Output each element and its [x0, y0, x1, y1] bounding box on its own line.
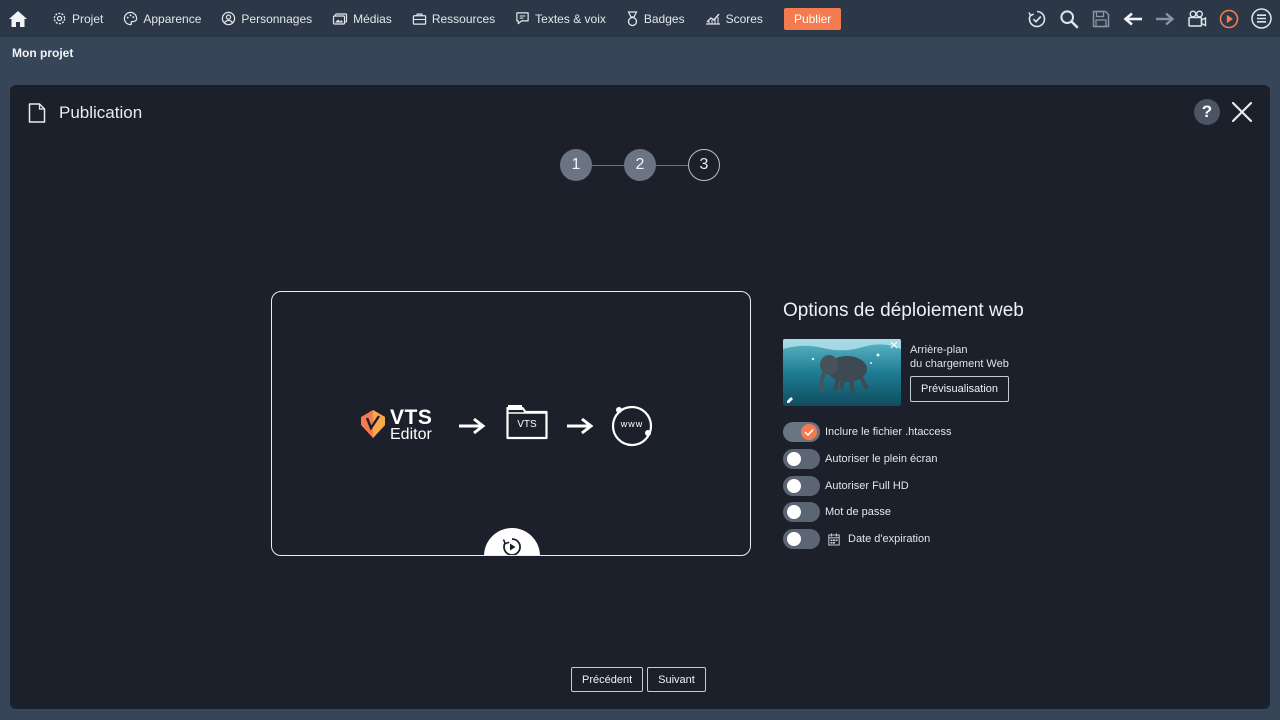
toolbar [1026, 0, 1272, 37]
project-name: Mon projet [12, 46, 74, 60]
logo-sub-text: Editor [390, 426, 432, 443]
option-label: Date d'expiration [848, 533, 931, 545]
background-label-line2: du chargement Web [910, 358, 1009, 370]
background-label: Arrière-plan du chargement Web [910, 343, 1009, 371]
option-label: Mot de passe [825, 506, 892, 518]
redo-arrow-icon[interactable] [1154, 8, 1176, 30]
chart-icon [705, 13, 720, 25]
dialog-title: Publication [59, 103, 143, 122]
progress-stepper: 1 2 3 [560, 149, 720, 181]
menu-item-textes-voix[interactable]: Textes & voix [505, 0, 616, 37]
menu-item-label: Ressources [431, 11, 496, 26]
publish-button[interactable]: Publier [783, 7, 842, 30]
top-menu-bar: Projet Apparence Personnages Médias Ress… [0, 0, 1280, 37]
replay-icon [502, 538, 521, 555]
menu-item-medias[interactable]: Médias [322, 0, 402, 37]
option-label: Inclure le fichier .htaccess [825, 426, 952, 438]
home-icon[interactable] [0, 0, 36, 37]
expiration-toggle[interactable] [783, 529, 820, 549]
vts-logo-icon [361, 410, 385, 438]
password-toggle[interactable] [783, 502, 820, 522]
previous-button[interactable]: Précédent [571, 667, 644, 692]
menu-item-label: Personnages [241, 11, 313, 26]
publication-dialog: Publication ? 1 2 3 VTS Editor VTS www O… [10, 85, 1270, 709]
user-icon [222, 11, 236, 26]
menu-item-ressources[interactable]: Ressources [402, 0, 505, 37]
full-hd-toggle[interactable] [783, 476, 820, 496]
menu-item-scores[interactable]: Scores [695, 0, 773, 37]
menu-item-label: Textes & voix [535, 11, 606, 26]
background-label-line1: Arrière-plan [910, 344, 968, 356]
step-2[interactable]: 2 [624, 149, 656, 181]
option-htaccess: Inclure le fichier .htaccess [783, 422, 952, 442]
media-icon [333, 12, 348, 25]
document-icon [28, 103, 46, 123]
toggle-knob [787, 532, 801, 546]
help-button[interactable]: ? [1194, 99, 1220, 125]
main-menu: Projet Apparence Personnages Médias Ress… [42, 0, 842, 37]
option-fullscreen: Autoriser le plein écran [783, 449, 938, 469]
step-1[interactable]: 1 [560, 149, 592, 181]
background-thumbnail[interactable] [783, 339, 901, 406]
menu-item-label: Médias [353, 11, 392, 26]
check-cycle-icon[interactable] [1026, 8, 1048, 30]
fullscreen-toggle[interactable] [783, 449, 820, 469]
camera-icon[interactable] [1186, 8, 1208, 30]
toggle-knob [801, 424, 817, 440]
menu-item-apparence[interactable]: Apparence [113, 0, 211, 37]
toggle-knob [787, 505, 801, 519]
menu-item-label: Badges [643, 11, 685, 26]
hamburger-menu-icon[interactable] [1250, 8, 1272, 30]
arrow-right-icon [459, 417, 486, 435]
speech-icon [516, 12, 529, 25]
web-globe-icon: www [610, 404, 654, 448]
deployment-preview: VTS Editor VTS www [271, 291, 751, 556]
option-label: Autoriser le plein écran [825, 453, 938, 465]
deployment-flow: VTS Editor VTS www [358, 404, 658, 450]
folder-icon: VTS [506, 404, 548, 440]
menu-item-label: Scores [725, 11, 763, 26]
menu-item-label: Projet [72, 11, 104, 26]
step-connector [656, 165, 688, 166]
options-title: Options de déploiement web [783, 300, 1024, 321]
folder-label: VTS [517, 419, 537, 430]
toggle-knob [787, 452, 801, 466]
menu-item-personnages[interactable]: Personnages [211, 0, 322, 37]
menu-item-badges[interactable]: Badges [616, 0, 695, 37]
search-icon[interactable] [1058, 8, 1080, 30]
step-3[interactable]: 3 [688, 149, 720, 181]
elephant-underwater-image [783, 339, 901, 406]
toggle-knob [787, 479, 801, 493]
briefcase-icon [412, 13, 427, 25]
gear-icon [53, 12, 66, 25]
arrow-right-icon [567, 417, 594, 435]
htaccess-toggle[interactable] [783, 422, 820, 442]
option-full-hd: Autoriser Full HD [783, 476, 909, 496]
step-connector [592, 165, 624, 166]
menu-item-label: Apparence [143, 11, 202, 26]
palette-icon [124, 11, 138, 26]
option-label: Autoriser Full HD [825, 480, 909, 492]
badge-icon [627, 10, 638, 26]
option-expiration: Date d'expiration [783, 529, 930, 549]
calendar-icon[interactable] [828, 533, 840, 546]
undo-arrow-icon[interactable] [1122, 8, 1144, 30]
preview-button[interactable]: Prévisualisation [910, 376, 1010, 402]
play-circle-icon[interactable] [1218, 8, 1240, 30]
web-label: www [620, 419, 644, 429]
option-password: Mot de passe [783, 502, 891, 522]
dialog-header: Publication ? [10, 85, 1270, 139]
next-button[interactable]: Suivant [647, 667, 706, 692]
dialog-navigation: Précédent Suivant [571, 667, 706, 692]
replay-preview-button[interactable] [484, 528, 540, 555]
save-icon[interactable] [1090, 8, 1112, 30]
close-icon[interactable] [1230, 100, 1254, 124]
menu-item-projet[interactable]: Projet [42, 0, 113, 37]
